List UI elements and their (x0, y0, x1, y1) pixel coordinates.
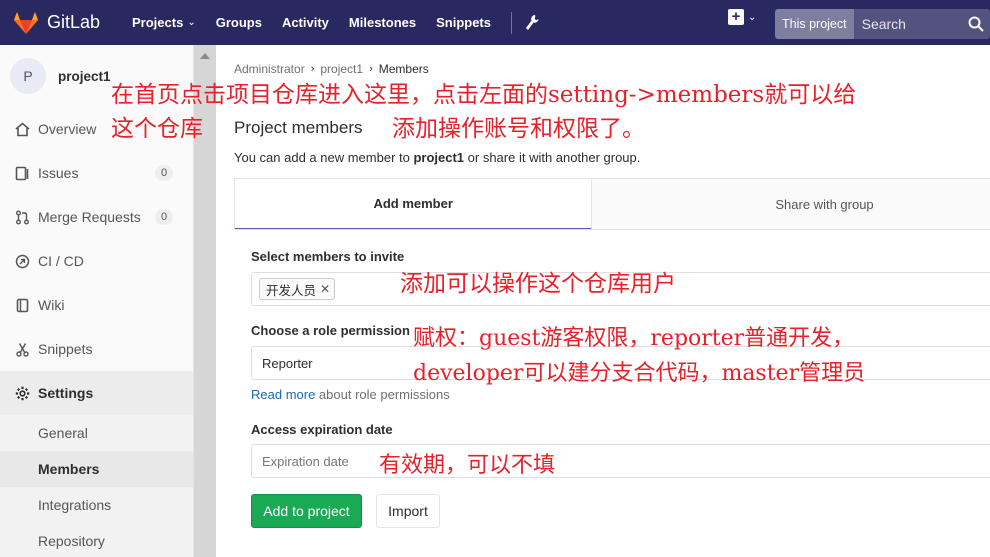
sidebar-item-label: Merge Requests (38, 209, 141, 225)
read-more-link[interactable]: Read more (251, 387, 315, 402)
project-name: project1 (58, 68, 111, 84)
annotation-note-3-line-2: developer可以建分支合代码，master管理员 (413, 361, 866, 386)
import-button[interactable]: Import (376, 494, 440, 528)
new-dropdown[interactable]: + ⌄ (728, 9, 756, 25)
sidebar-item-label: Wiki (38, 297, 65, 313)
sidebar-item-label: Issues (38, 165, 79, 181)
nav-projects-label: Projects (132, 15, 184, 30)
annotation-note-2: 添加可以操作这个仓库用户 (400, 271, 676, 297)
scissors-icon (14, 341, 30, 357)
top-navbar: GitLab Projects ⌄ Groups Activity Milest… (0, 0, 990, 45)
breadcrumb-item-members[interactable]: Members (379, 62, 429, 76)
intro-project-name: project1 (413, 150, 465, 165)
sidebar-item-snippets[interactable]: Snippets (0, 327, 193, 371)
sidebar-item-settings[interactable]: Settings (0, 371, 193, 415)
gear-icon (14, 385, 30, 401)
expiration-placeholder: Expiration date (262, 453, 349, 469)
annotation-note-1-line-1: 在首页点击项目仓库进入这里，点击左面的setting->members就可以给 (111, 82, 857, 108)
chevron-down-icon: ⌄ (187, 17, 196, 28)
page-intro: You can add a new member to project1 or … (234, 150, 640, 165)
plus-square-icon: + (728, 9, 744, 25)
role-select-value: Reporter (262, 355, 313, 371)
intro-suffix: or share it with another group. (464, 150, 641, 165)
breadcrumb: Administrator › project1 › Members (234, 62, 429, 76)
token-label: 开发人员 (266, 283, 317, 298)
tab-share-with-group[interactable]: Share with group (592, 179, 990, 230)
annotation-note-1-line-2b: 添加操作账号和权限了。 (392, 116, 645, 142)
search-box: This project (775, 9, 990, 39)
book-icon (14, 297, 30, 313)
expiration-label: Access expiration date (251, 422, 393, 437)
search-input[interactable] (853, 16, 964, 32)
sidebar-subitem-general[interactable]: General (0, 415, 193, 451)
chevron-right-icon: › (369, 63, 373, 75)
wrench-icon[interactable] (524, 14, 540, 32)
home-icon (14, 121, 30, 137)
sidebar-item-issues[interactable]: Issues 0 (0, 151, 193, 195)
sidebar-item-label: Settings (38, 385, 94, 401)
nav-links: Projects ⌄ Groups Activity Milestones Sn… (122, 0, 540, 45)
gitlab-tanuki-icon (14, 11, 38, 34)
merge-requests-count-badge: 0 (155, 209, 173, 225)
sidebar-item-label: CI / CD (38, 253, 84, 269)
sidebar-item-ci-cd[interactable]: CI / CD (0, 239, 193, 283)
sidebar-item-label: Snippets (38, 341, 93, 357)
annotation-note-1-line-2a: 这个仓库 (111, 116, 203, 142)
member-tabs: Add member Share with group (234, 178, 990, 230)
chevron-right-icon: › (310, 63, 315, 75)
sidebar-item-merge-requests[interactable]: Merge Requests 0 (0, 195, 193, 239)
merge-request-icon (14, 209, 30, 225)
selected-user-token: 开发人员 ✕ (259, 278, 336, 300)
expiration-date-input[interactable]: Expiration date (251, 444, 990, 478)
breadcrumb-item-project[interactable]: project1 (320, 62, 363, 76)
chevron-down-icon: ⌄ (748, 11, 757, 23)
scroll-up-arrow-icon[interactable] (200, 53, 210, 59)
nav-groups[interactable]: Groups (206, 0, 272, 45)
sidebar-subitem-repository[interactable]: Repository (0, 523, 193, 557)
add-to-project-button[interactable]: Add to project (251, 494, 362, 528)
rocket-icon (14, 253, 30, 269)
annotation-note-3-line-1: 赋权：guest游客权限，reporter普通开发， (413, 326, 855, 351)
search-scope-chip[interactable]: This project (775, 9, 854, 39)
project-avatar: P (10, 58, 46, 94)
settings-group: Settings General Members Integrations Re… (0, 371, 193, 557)
role-label: Choose a role permission (251, 323, 410, 338)
gitlab-logo[interactable]: GitLab (0, 11, 122, 35)
nav-divider (511, 11, 512, 34)
breadcrumb-item-administrator[interactable]: Administrator (234, 62, 305, 76)
issues-count-badge: 0 (155, 165, 173, 181)
intro-prefix: You can add a new member to (234, 150, 414, 165)
annotation-note-4: 有效期，可以不填 (379, 453, 556, 478)
role-help-text: Read more about role permissions (251, 387, 450, 402)
sidebar-subitem-members[interactable]: Members (0, 451, 193, 487)
role-help-suffix: about role permissions (315, 387, 450, 402)
nav-activity[interactable]: Activity (272, 0, 339, 45)
remove-token-icon[interactable]: ✕ (320, 282, 330, 296)
nav-milestones[interactable]: Milestones (339, 0, 426, 45)
sidebar-item-label: Overview (38, 121, 97, 137)
issues-icon (14, 165, 30, 181)
nav-snippets[interactable]: Snippets (426, 0, 501, 45)
invite-label: Select members to invite (251, 249, 405, 264)
sidebar-item-wiki[interactable]: Wiki (0, 283, 193, 327)
search-icon[interactable] (968, 16, 984, 32)
page-title: Project members (234, 118, 363, 137)
nav-projects[interactable]: Projects ⌄ (122, 0, 206, 45)
brand-name: GitLab (47, 12, 101, 32)
sidebar-subitem-integrations[interactable]: Integrations (0, 487, 193, 523)
tab-add-member[interactable]: Add member (235, 179, 593, 230)
